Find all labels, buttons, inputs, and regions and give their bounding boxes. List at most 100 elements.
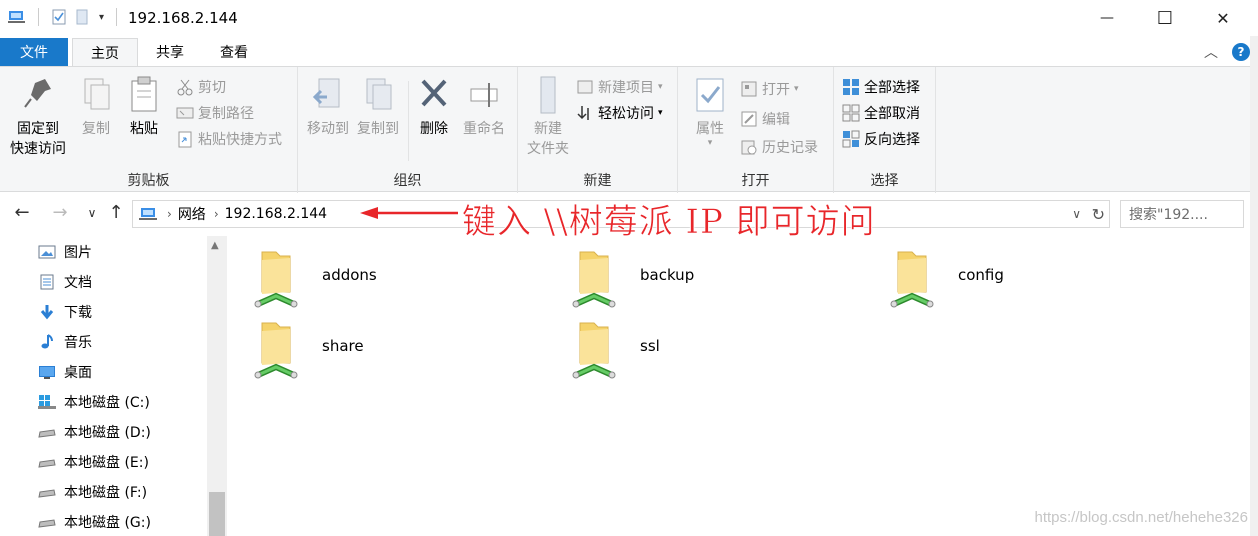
properties-button[interactable]: 属性 ▾ — [688, 75, 732, 148]
shared-folder-backup[interactable]: backup — [572, 246, 872, 310]
copy-icon — [79, 75, 113, 115]
customize-qat-icon[interactable]: ▾ — [99, 12, 104, 23]
explorer-app-icon — [8, 11, 25, 23]
windows-drive-icon — [38, 394, 56, 410]
new-item-button[interactable]: 新建项目 ▾ — [576, 75, 663, 99]
history-label: 历史记录 — [762, 140, 818, 156]
up-button[interactable]: ↑ — [104, 202, 128, 223]
forward-button[interactable]: → — [48, 202, 72, 223]
nav-item-label: 本地磁盘 (G:) — [64, 515, 151, 531]
rename-icon — [467, 75, 501, 115]
paste-shortcut-button[interactable]: 粘贴快捷方式 — [176, 127, 282, 151]
folder-name: backup — [640, 266, 695, 284]
nav-item-label: 本地磁盘 (E:) — [64, 455, 149, 471]
new-group-label: 新建 — [583, 173, 612, 189]
select-all-button[interactable]: 全部选择 — [842, 75, 920, 99]
nav-item-label: 本地磁盘 (D:) — [64, 425, 151, 441]
history-button[interactable]: 历史记录 — [740, 135, 818, 159]
shared-folder-addons[interactable]: addons — [254, 246, 554, 310]
navigation-pane-scrollbar[interactable]: ▲ — [207, 236, 227, 536]
address-dropdown-icon[interactable]: ∨ — [1072, 207, 1081, 221]
shared-folder-ssl[interactable]: ssl — [572, 317, 872, 381]
nav-item-pictures[interactable]: 图片 — [38, 238, 92, 266]
paste-button[interactable]: 粘贴 — [124, 75, 164, 139]
new-group: 新建 文件夹 新建项目 ▾ 轻松访问 ▾ 新建 — [518, 67, 678, 193]
nav-item-downloads[interactable]: 下载 — [38, 298, 92, 326]
documents-icon — [38, 274, 56, 290]
chevron-down-icon: ∨ — [87, 206, 97, 220]
nav-item-drive-e[interactable]: 本地磁盘 (E:) — [38, 448, 149, 476]
nav-item-drive-d[interactable]: 本地磁盘 (D:) — [38, 418, 151, 446]
copy-button[interactable]: 复制 — [76, 75, 116, 139]
recent-locations-button[interactable]: ∨ — [80, 206, 104, 220]
desktop-icon — [38, 364, 56, 380]
copy-to-button[interactable]: 复制到 — [354, 75, 402, 139]
nav-item-music[interactable]: 音乐 — [38, 328, 92, 356]
move-to-button[interactable]: 移动到 — [304, 75, 352, 139]
tab-view[interactable]: 查看 — [202, 38, 266, 66]
close-icon: ✕ — [1216, 8, 1230, 28]
history-icon — [740, 138, 758, 156]
edit-button[interactable]: 编辑 — [740, 107, 790, 131]
nav-item-desktop[interactable]: 桌面 — [38, 358, 92, 386]
copy-path-icon — [176, 104, 194, 122]
close-button[interactable]: ✕ — [1200, 0, 1246, 36]
easy-access-button[interactable]: 轻松访问 ▾ — [576, 101, 663, 125]
paste-shortcut-icon — [176, 130, 194, 148]
tab-file[interactable]: 文件 — [0, 38, 68, 66]
collapse-ribbon-icon[interactable]: ︿ — [1204, 42, 1218, 62]
folder-name: ssl — [640, 337, 660, 355]
download-icon — [38, 304, 56, 320]
ribbon: 固定到 快速访问 复制 粘贴 剪切 复制路径 粘贴快捷方式 剪贴板 移动到 复制… — [0, 66, 1258, 193]
properties-qat-icon[interactable] — [51, 9, 67, 25]
nav-item-drive-c[interactable]: 本地磁盘 (C:) — [38, 388, 150, 416]
nav-item-drive-f[interactable]: 本地磁盘 (F:) — [38, 478, 147, 506]
move-to-label: 移动到 — [307, 121, 349, 137]
refresh-icon[interactable]: ↻ — [1092, 205, 1105, 224]
help-icon[interactable]: ? — [1232, 43, 1250, 61]
minimize-button[interactable]: — — [1084, 0, 1130, 36]
window-edge-scrollbar[interactable] — [1250, 36, 1258, 536]
shared-folder-share[interactable]: share — [254, 317, 554, 381]
nav-item-drive-g[interactable]: 本地磁盘 (G:) — [38, 508, 151, 536]
breadcrumb-network[interactable]: 网络 — [178, 204, 206, 224]
shared-folder-icon — [254, 246, 318, 310]
new-folder-icon — [531, 75, 565, 115]
breadcrumb-host[interactable]: 192.168.2.144 — [225, 206, 327, 222]
tab-share[interactable]: 共享 — [138, 38, 202, 66]
invert-selection-label: 反向选择 — [864, 132, 920, 148]
invert-selection-button[interactable]: 反向选择 — [842, 127, 920, 151]
edit-label: 编辑 — [762, 112, 790, 128]
pin-label-2: 快速访问 — [10, 141, 66, 157]
qat-separator — [38, 8, 39, 26]
new-folder-button[interactable]: 新建 文件夹 — [522, 75, 574, 159]
shared-folder-icon — [572, 246, 636, 310]
scrollbar-thumb[interactable] — [209, 492, 225, 536]
nav-item-label: 图片 — [64, 245, 92, 261]
folder-name: config — [958, 266, 1004, 284]
new-folder-qat-icon[interactable] — [75, 9, 91, 25]
maximize-button[interactable]: ☐ — [1142, 0, 1188, 36]
navigation-pane: 图片 文档 下载 音乐 桌面 本地磁盘 (C:) 本地磁盘 (D:) 本地磁盘 … — [0, 236, 228, 536]
open-group-label: 打开 — [741, 173, 770, 189]
nav-item-documents[interactable]: 文档 — [38, 268, 92, 296]
search-input[interactable]: 搜索"192.... — [1120, 200, 1244, 228]
open-icon — [740, 80, 758, 98]
file-list: addons backup config share ssl — [228, 236, 1250, 536]
drive-icon — [38, 514, 56, 530]
delete-button[interactable]: 删除 — [416, 75, 452, 139]
tab-home[interactable]: 主页 — [72, 38, 138, 67]
open-button[interactable]: 打开 ▾ — [740, 77, 799, 101]
copy-path-button[interactable]: 复制路径 — [176, 101, 254, 125]
back-button[interactable]: ← — [10, 202, 34, 223]
organize-group-label: 组织 — [393, 173, 422, 189]
cut-button[interactable]: 剪切 — [176, 75, 226, 99]
shared-folder-config[interactable]: config — [890, 246, 1190, 310]
search-placeholder: 搜索"192.... — [1129, 207, 1208, 223]
scroll-up-icon[interactable]: ▲ — [211, 240, 219, 251]
drive-icon — [38, 454, 56, 470]
nav-item-label: 文档 — [64, 275, 92, 291]
pin-quick-access-button[interactable]: 固定到 快速访问 — [6, 75, 70, 159]
rename-button[interactable]: 重命名 — [460, 75, 508, 139]
select-none-button[interactable]: 全部取消 — [842, 101, 920, 125]
